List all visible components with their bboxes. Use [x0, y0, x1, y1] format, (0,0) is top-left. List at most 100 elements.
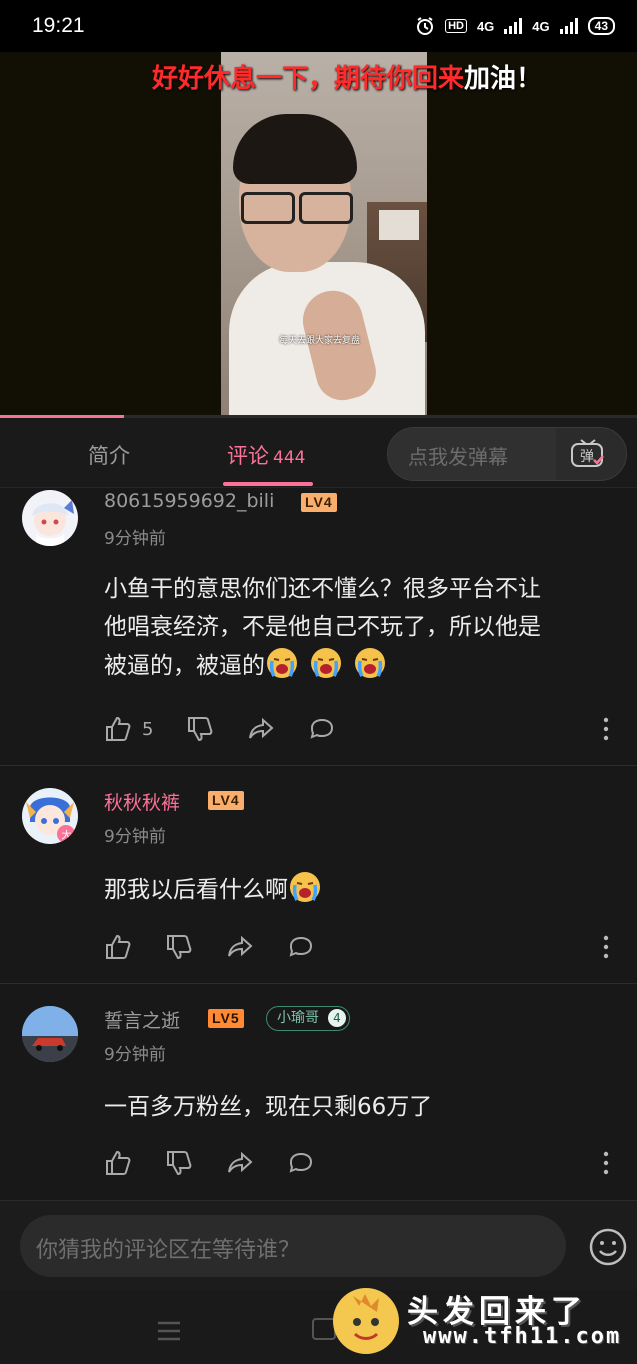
more-options-icon[interactable] — [594, 714, 618, 744]
comment-line-with-emoji: 那我以后看什么啊 — [104, 870, 626, 909]
avatar[interactable] — [22, 1006, 78, 1062]
tab-comments-label: 评论 — [227, 444, 269, 468]
dislike-button[interactable] — [165, 932, 193, 962]
user-level-badge: LV4 — [301, 493, 337, 512]
tab-active-indicator — [223, 482, 313, 486]
danmaku-toggle-icon[interactable]: 弹 — [570, 438, 606, 470]
danmaku-white: 加油！ — [464, 64, 543, 94]
comment-content: 一百多万粉丝，现在只剩66万了 — [104, 1088, 626, 1126]
reply-bar: 你猜我的评论区在等待谁？ — [0, 1200, 637, 1290]
comment-line: 被逼的，被逼的 — [104, 653, 265, 679]
crying-emoji-icon — [311, 648, 341, 678]
reply-button[interactable] — [308, 714, 336, 744]
watermark-url: www.tfh11.com — [423, 1324, 622, 1349]
comment-item: 80615959692_bili LV4 9分钟前 小鱼干的意思你们还不懂么？很… — [0, 488, 637, 764]
person-hair-image — [233, 114, 357, 184]
recent-apps-icon[interactable] — [156, 1320, 182, 1342]
comment-time: 9分钟前 — [104, 827, 166, 847]
hd-icon: HD — [445, 19, 467, 33]
dislike-button[interactable] — [165, 1148, 193, 1178]
avatar-car-photo-icon — [22, 1006, 78, 1062]
avatar-anime-dog-girl-icon: 大 — [26, 797, 75, 843]
comment-line-with-emoji: 被逼的，被逼的 — [104, 646, 626, 685]
signal-icon — [504, 18, 523, 34]
comment-time: 9分钟前 — [104, 529, 166, 549]
status-bar: 19:21 HD 4G 4G 43 — [0, 0, 637, 52]
like-button[interactable] — [104, 932, 132, 962]
comment-item: 誓言之逝 LV5 小瑜哥 4 9分钟前 一百多万粉丝，现在只剩66万了 — [0, 1004, 637, 1194]
avatar-anime-girl-icon — [32, 500, 74, 546]
comment-line: 小鱼干的意思你们还不懂么？很多平台不让 — [104, 576, 541, 602]
share-icon — [228, 935, 253, 957]
like-button[interactable] — [104, 1148, 132, 1178]
share-button[interactable] — [247, 714, 275, 744]
status-time: 19:21 — [32, 14, 85, 37]
comment-bubble-icon — [310, 718, 334, 739]
dislike-button[interactable] — [186, 714, 214, 744]
tab-intro[interactable]: 简介 — [88, 440, 130, 470]
share-button[interactable] — [226, 932, 254, 962]
comment-input[interactable]: 你猜我的评论区在等待谁？ — [20, 1215, 566, 1277]
video-frame: 每天去跟大家去复盘 — [221, 52, 427, 418]
svg-text:弹: 弹 — [580, 449, 594, 465]
user-level-badge: LV5 — [208, 1009, 244, 1028]
alarm-icon — [417, 17, 434, 35]
avatar[interactable] — [22, 490, 78, 546]
comment-line: 他唱衰经济，不是他自己不玩了，所以他是 — [104, 614, 541, 640]
thumbs-down-icon — [188, 717, 213, 742]
more-options-icon[interactable] — [594, 932, 618, 962]
comment-content: 那我以后看什么啊 — [104, 870, 626, 909]
reply-button[interactable] — [287, 932, 315, 962]
comment-actions: 5 — [104, 714, 624, 744]
share-icon — [249, 717, 274, 739]
comment-content: 小鱼干的意思你们还不懂么？很多平台不让 他唱衰经济，不是他自己不玩了，所以他是 … — [104, 570, 626, 685]
share-icon — [228, 1151, 253, 1173]
emoji-picker-icon[interactable] — [588, 1227, 628, 1267]
crying-emoji-icon — [355, 648, 385, 678]
signal-icon-2 — [559, 18, 578, 34]
signal-4g-label-2: 4G — [532, 18, 550, 34]
comment-username[interactable]: 80615959692_bili — [104, 490, 274, 512]
fan-medal-level: 4 — [328, 1009, 346, 1027]
fan-medal-badge[interactable]: 小瑜哥 4 — [266, 1006, 350, 1031]
signal-4g-label: 4G — [476, 18, 495, 34]
comment-divider — [0, 765, 637, 766]
tab-bar: 简介 评论 444 点我发弹幕 弹 — [0, 418, 637, 488]
comment-count: 444 — [273, 448, 306, 468]
comment-divider — [0, 983, 637, 984]
comment-username[interactable]: 誓言之逝 — [104, 1006, 180, 1033]
video-player[interactable]: 每天去跟大家去复盘 好好休息一下，期待你回来加油！ — [0, 52, 637, 418]
comment-bubble-icon — [289, 936, 313, 957]
book-image — [379, 210, 419, 240]
reply-button[interactable] — [287, 1148, 315, 1178]
thumbs-up-icon — [106, 934, 131, 959]
comment-line: 一百多万粉丝，现在只剩66万了 — [104, 1094, 433, 1120]
comment-username[interactable]: 秋秋秋裤 — [104, 788, 180, 815]
site-watermark: 头发回来了 www.tfh11.com — [333, 1284, 633, 1360]
comment-actions — [104, 1148, 624, 1178]
more-options-icon[interactable] — [594, 1148, 618, 1178]
video-subtitle: 每天去跟大家去复盘 — [279, 336, 361, 346]
like-count: 5 — [142, 718, 154, 740]
svg-text:大: 大 — [62, 829, 72, 842]
danmaku-red: 好好休息一下，期待你回来 — [152, 64, 465, 94]
battery-icon: 43 — [587, 17, 615, 35]
like-button[interactable]: 5 — [104, 714, 153, 744]
comment-bubble-icon — [289, 1152, 313, 1173]
crying-emoji-icon — [290, 872, 320, 902]
comment-time: 9分钟前 — [104, 1045, 166, 1065]
status-icons: HD 4G 4G 43 — [415, 16, 615, 36]
thumbs-up-icon — [106, 1150, 131, 1175]
tab-comments[interactable]: 评论 444 — [227, 440, 305, 470]
fan-medal-name: 小瑜哥 — [277, 1010, 319, 1026]
danmaku-text: 好好休息一下，期待你回来加油！ — [152, 58, 542, 95]
share-button[interactable] — [226, 1148, 254, 1178]
danmaku-input[interactable]: 点我发弹幕 — [388, 428, 556, 480]
crying-emoji-icon — [267, 648, 297, 678]
comment-line: 那我以后看什么啊 — [104, 877, 288, 903]
thumbs-down-icon — [167, 935, 192, 960]
thumbs-down-icon — [167, 1151, 192, 1176]
comment-item: 大 秋秋秋裤 LV4 9分钟前 那我以后看什么啊 — [0, 786, 637, 982]
thumbs-up-icon — [106, 716, 131, 741]
avatar[interactable]: 大 — [22, 788, 78, 844]
